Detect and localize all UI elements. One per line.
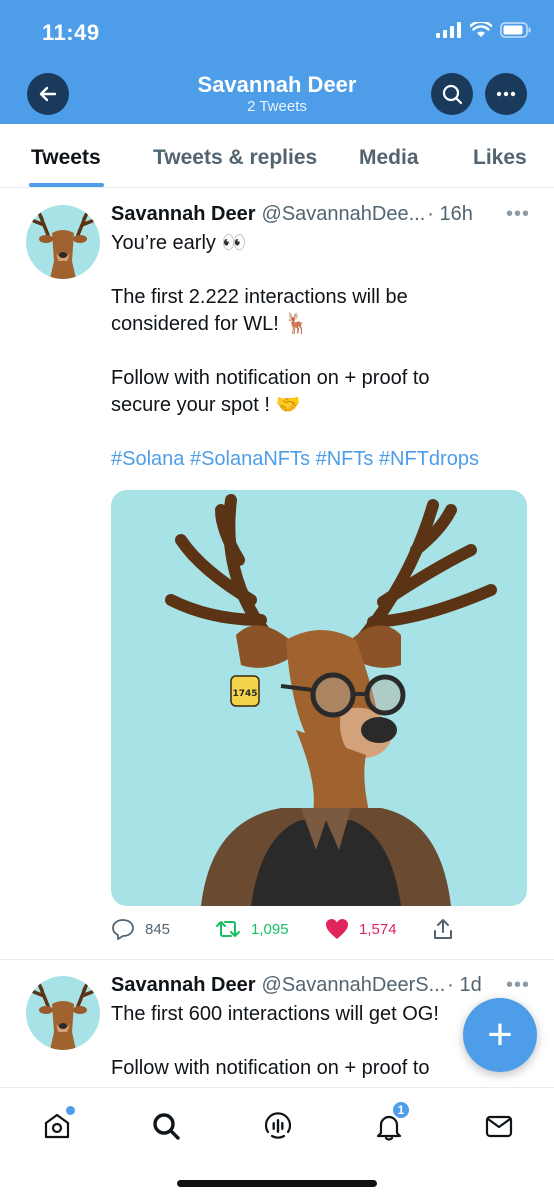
like-button[interactable]: 1,574 — [325, 918, 397, 940]
tab-tweets-and-replies[interactable]: Tweets & replies — [153, 146, 317, 170]
signal-icon — [436, 22, 461, 38]
compose-tweet-button[interactable]: + — [463, 998, 537, 1072]
search-icon — [442, 84, 463, 105]
tab-tweets[interactable]: Tweets — [31, 146, 101, 170]
retweet-icon — [216, 921, 240, 937]
tweet-body: You’re early 👀 The first 2.222 interacti… — [111, 230, 531, 473]
tweet-timestamp: · 16h — [427, 203, 473, 225]
avatar[interactable] — [26, 205, 100, 279]
deer-nft-illustration: 1745 — [165, 494, 497, 906]
active-tab-indicator — [29, 183, 104, 187]
tweet-line — [111, 1028, 451, 1055]
tab-media[interactable]: Media — [359, 146, 419, 170]
tweet-body: The first 600 interactions will get OG! … — [111, 1001, 451, 1082]
tweet-timestamp: · 1d — [447, 974, 482, 996]
profile-header: 11:49 Savannah Deer 2 Tweets — [0, 0, 554, 124]
nav-search[interactable] — [146, 1106, 186, 1146]
reply-icon — [112, 919, 134, 940]
nav-messages[interactable] — [479, 1106, 519, 1146]
tweet-line: considered for WL! 🦌 — [111, 313, 310, 335]
more-button[interactable] — [485, 73, 527, 115]
tweet-line — [111, 338, 531, 365]
spaces-icon — [264, 1112, 292, 1139]
ear-tag-number: 1745 — [232, 689, 257, 699]
deer-avatar-icon — [32, 209, 94, 279]
tweet-hashtags[interactable]: #Solana #SolanaNFTs #NFTs #NFTdrops — [111, 446, 531, 473]
home-indicator — [177, 1180, 377, 1187]
reply-button[interactable]: 845 — [111, 918, 170, 940]
avatar[interactable] — [26, 976, 100, 1050]
profile-tabs: Tweets Tweets & replies Media Likes — [0, 124, 554, 188]
heart-icon — [326, 919, 348, 939]
deer-avatar-icon — [32, 980, 94, 1050]
nav-notifications[interactable]: 1 — [369, 1100, 411, 1146]
tweet-line — [111, 257, 531, 284]
notification-badge: 1 — [391, 1100, 411, 1120]
tweet-header: Savannah Deer @SavannahDee... · 16h — [111, 203, 536, 226]
tweet-header: Savannah Deer @SavannahDeerS... · 1d — [111, 974, 536, 997]
reply-count: 845 — [145, 920, 171, 938]
tweet-line: The first 2.222 interactions will be — [111, 286, 408, 308]
tweet-more-icon[interactable]: ••• — [506, 974, 530, 997]
tweet-line: You’re early 👀 — [111, 232, 247, 254]
home-icon — [44, 1113, 70, 1139]
tweet-line: Follow with notification on + proof to — [111, 1057, 430, 1079]
search-button[interactable] — [431, 73, 473, 115]
nav-home[interactable] — [37, 1106, 77, 1146]
nav-spaces[interactable] — [258, 1106, 298, 1146]
tweet-line — [111, 419, 531, 446]
retweet-count: 1,095 — [251, 920, 289, 938]
tweet-author-handle[interactable]: @SavannahDeerS... — [262, 974, 446, 997]
tweet-actions: 845 1,095 1,574 — [111, 918, 531, 948]
status-icons — [436, 22, 532, 38]
like-count: 1,574 — [359, 920, 397, 938]
tweet-media-image[interactable]: 1745 — [111, 490, 527, 906]
tweet-author-handle[interactable]: @SavannahDee... — [262, 203, 426, 226]
tweet-line: secure your spot ! 🤝 — [111, 394, 301, 416]
tweet-line: Follow with notification on + proof to — [111, 367, 430, 389]
retweet-button[interactable]: 1,095 — [215, 918, 289, 940]
plus-icon: + — [487, 1010, 513, 1059]
share-icon — [434, 919, 452, 939]
tweet-author-name[interactable]: Savannah Deer — [111, 974, 256, 997]
tweet-more-icon[interactable]: ••• — [506, 203, 530, 226]
more-horizontal-icon — [496, 91, 516, 97]
messages-icon — [485, 1115, 513, 1138]
wifi-icon — [470, 22, 492, 37]
share-button[interactable] — [432, 918, 454, 940]
search-icon — [153, 1113, 180, 1140]
tweet-author-name[interactable]: Savannah Deer — [111, 203, 256, 226]
battery-icon — [500, 22, 531, 38]
tweet-1[interactable]: Savannah Deer @SavannahDee... · 16h ••• … — [0, 189, 554, 959]
tweet-line: The first 600 interactions will get OG! — [111, 1003, 439, 1025]
status-time: 11:49 — [42, 20, 100, 45]
tab-likes[interactable]: Likes — [473, 146, 527, 170]
new-content-dot — [66, 1106, 75, 1115]
